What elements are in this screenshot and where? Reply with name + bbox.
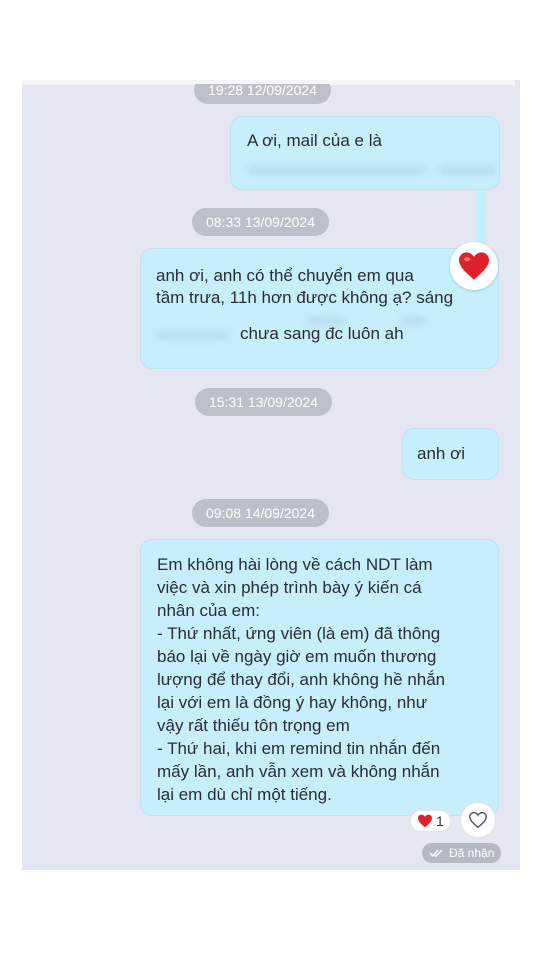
delivery-status-label: Đã nhận	[449, 846, 495, 860]
heart-icon	[459, 252, 489, 280]
double-check-icon	[429, 849, 443, 858]
message-line: mấy lần, anh vẫn xem và không nhắn	[157, 762, 440, 781]
react-button[interactable]	[460, 802, 496, 838]
reaction-count-chip[interactable]: 1	[410, 810, 451, 832]
message-text: anh ơi	[417, 444, 466, 463]
message-text: chưa sang đc luôn ah	[240, 324, 404, 343]
message-line: việc và xin phép trình bày ý kiến cá	[157, 578, 422, 597]
message-line: vậy rất thiếu tôn trọng em	[157, 716, 350, 735]
message-bubble-3[interactable]: anh ơi	[402, 428, 499, 480]
message-text: A ơi, mail của e là	[247, 131, 382, 150]
message-bubble-4[interactable]: Em không hài lòng về cách NDT làm việc v…	[140, 539, 499, 816]
message-text: tầm trưa, 11h hơn được không ạ? sáng	[156, 288, 454, 307]
message-line: nhân của em:	[157, 601, 261, 620]
reaction-count: 1	[436, 813, 444, 829]
timestamp-3: 15:31 13/09/2024	[195, 388, 332, 416]
message-line: lại với em là đồng ý hay không, như	[157, 693, 428, 712]
blurred-text	[247, 158, 496, 180]
message-line: - Thứ nhất, ứng viên (là em) đã thông	[157, 624, 441, 643]
timestamp-4: 09:08 14/09/2024	[192, 499, 329, 527]
message-bubble-2[interactable]: anh ơi, anh có thể chuyển em qua tầm trư…	[140, 248, 499, 369]
heart-reaction-bubble[interactable]	[450, 242, 498, 290]
message-text: anh ơi, anh có thể chuyển em qua	[156, 266, 414, 285]
heart-outline-icon	[469, 811, 487, 829]
delivery-status: Đã nhận	[422, 843, 502, 863]
message-bubble-1[interactable]: A ơi, mail của e là	[230, 116, 500, 190]
blurred-text	[306, 309, 483, 326]
message-line: lượng để thay đổi, anh không hề nhắn	[157, 670, 446, 689]
blurred-text	[156, 329, 230, 340]
message-line: lại em dù chỉ một tiếng.	[157, 785, 332, 804]
heart-icon	[418, 814, 432, 828]
message-line: báo lại về ngày giờ em muốn thương	[157, 647, 437, 666]
message-line: - Thứ hai, khi em remind tin nhắn đến	[157, 739, 441, 758]
timestamp-2: 08:33 13/09/2024	[192, 208, 329, 236]
message-line: Em không hài lòng về cách NDT làm	[157, 555, 433, 574]
